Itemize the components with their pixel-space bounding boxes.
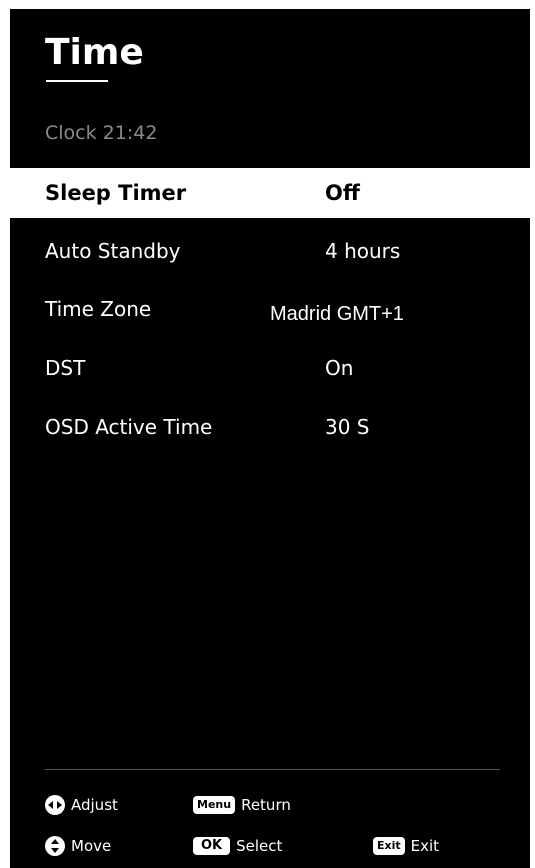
time-menu-panel: Time Clock 21:42 Sleep Timer Off Auto St… [10,9,530,868]
menu-item-time-zone[interactable]: Time Zone Madrid GMT+1 [10,284,530,334]
menu-item-label: Auto Standby [45,239,181,263]
menu-key-icon: Menu [193,796,236,814]
page-title: Time [45,32,144,73]
ok-key-icon: OK [193,837,231,855]
menu-item-label: OSD Active Time [45,415,213,439]
hint-return: Menu Return [193,794,291,816]
hint-exit-label: Exit [410,837,440,855]
left-right-arrows-icon [45,795,65,815]
menu-item-value: On [325,356,354,380]
menu-item-value: Off [325,181,360,205]
menu-item-label: DST [45,356,86,380]
hint-move-label: Move [71,837,112,855]
menu-item-label: Sleep Timer [45,181,187,205]
hint-select: OK Select [193,835,282,857]
title-underline [46,80,108,82]
hint-adjust: Adjust [45,794,118,816]
menu-item-value: 30 S [325,415,370,439]
menu-item-value: 4 hours [325,239,401,263]
menu-item-osd-active-time[interactable]: OSD Active Time 30 S [10,402,530,452]
exit-key-icon: Exit [373,837,405,855]
menu-item-dst[interactable]: DST On [10,343,530,393]
menu-item-label: Time Zone [45,297,152,321]
hint-select-label: Select [236,837,283,855]
hint-return-label: Return [241,796,291,814]
hint-move: Move [45,835,111,857]
up-down-arrows-icon [45,836,65,856]
menu-item-sleep-timer[interactable]: Sleep Timer Off [10,168,530,218]
clock-readout: Clock 21:42 [45,122,158,144]
menu-item-value: Madrid GMT+1 [270,303,404,325]
hint-exit: Exit Exit [373,835,439,857]
footer-divider [45,769,500,770]
hint-adjust-label: Adjust [71,796,118,814]
menu-item-auto-standby[interactable]: Auto Standby 4 hours [10,226,530,276]
